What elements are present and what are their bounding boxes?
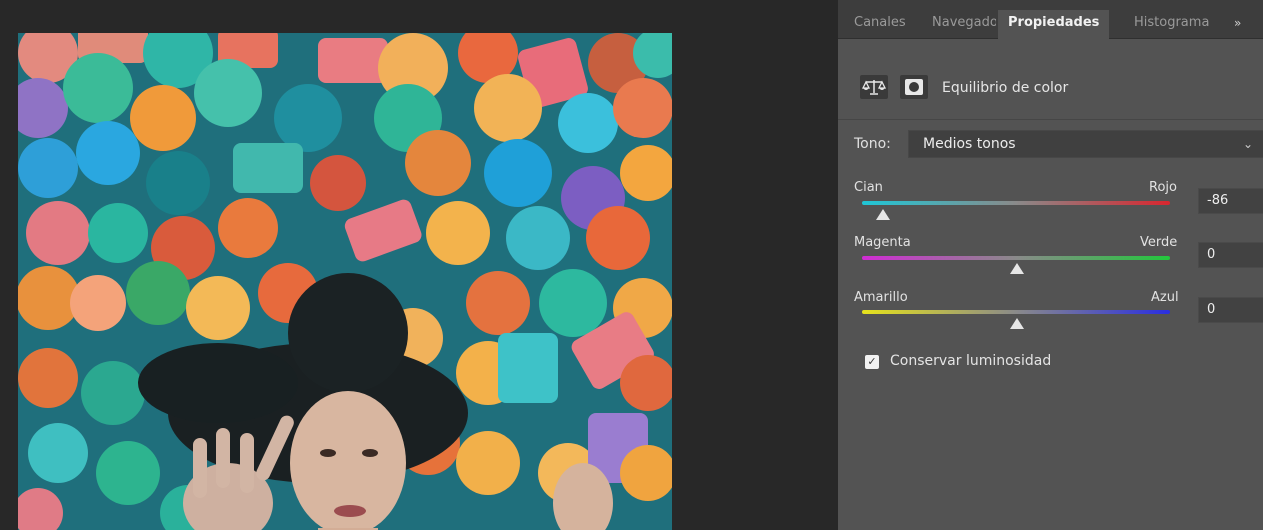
properties-header: Equilibrio de color [838, 39, 1263, 120]
properties-panel: Canales Navegador Propiedades Histograma… [838, 0, 1263, 530]
slider-green-label: Verde [1140, 235, 1178, 250]
slider-blue-label: Azul [1151, 290, 1179, 305]
preserve-luminosity-checkbox[interactable]: ✓ [865, 355, 879, 369]
tone-dropdown[interactable]: Medios tonos ⌄ [908, 130, 1263, 158]
layer-mask-icon[interactable] [900, 75, 928, 99]
slider-cyan-red-track[interactable] [862, 201, 1170, 205]
slider-magenta-label: Magenta [854, 235, 911, 250]
yellow-blue-value-input[interactable]: 0 [1198, 297, 1263, 323]
tab-propiedades[interactable]: Propiedades [998, 10, 1110, 39]
chevron-down-icon: ⌄ [1242, 137, 1253, 151]
slider-cyan-label: Cian [854, 180, 883, 195]
adjustment-title: Equilibrio de color [942, 80, 1069, 96]
panel-menu-chevron-icon[interactable]: » [1234, 10, 1241, 36]
balance-scale-icon[interactable] [860, 75, 888, 99]
slider-magenta-green-thumb[interactable] [1010, 263, 1024, 274]
slider-cyan-red-thumb[interactable] [876, 209, 890, 220]
magenta-green-value-input[interactable]: 0 [1198, 242, 1263, 268]
slider-red-label: Rojo [1149, 180, 1177, 195]
photo-image [18, 33, 672, 530]
preserve-luminosity-label[interactable]: Conservar luminosidad [890, 353, 1051, 369]
slider-magenta-green-track[interactable] [862, 256, 1170, 260]
slider-yellow-label: Amarillo [854, 290, 908, 305]
slider-yellow-blue-thumb[interactable] [1010, 318, 1024, 329]
tab-navegador[interactable]: Navegador [932, 10, 996, 36]
cyan-red-value-input[interactable]: -86 [1198, 188, 1263, 214]
slider-yellow-blue-track[interactable] [862, 310, 1170, 314]
document-canvas[interactable] [0, 0, 838, 530]
tab-histograma[interactable]: Histograma [1134, 10, 1210, 36]
tone-selected-value: Medios tonos [923, 136, 1016, 152]
panel-tab-bar: Canales Navegador Propiedades Histograma… [838, 0, 1263, 39]
tab-canales[interactable]: Canales [854, 10, 924, 36]
tone-label: Tono: [854, 136, 891, 152]
